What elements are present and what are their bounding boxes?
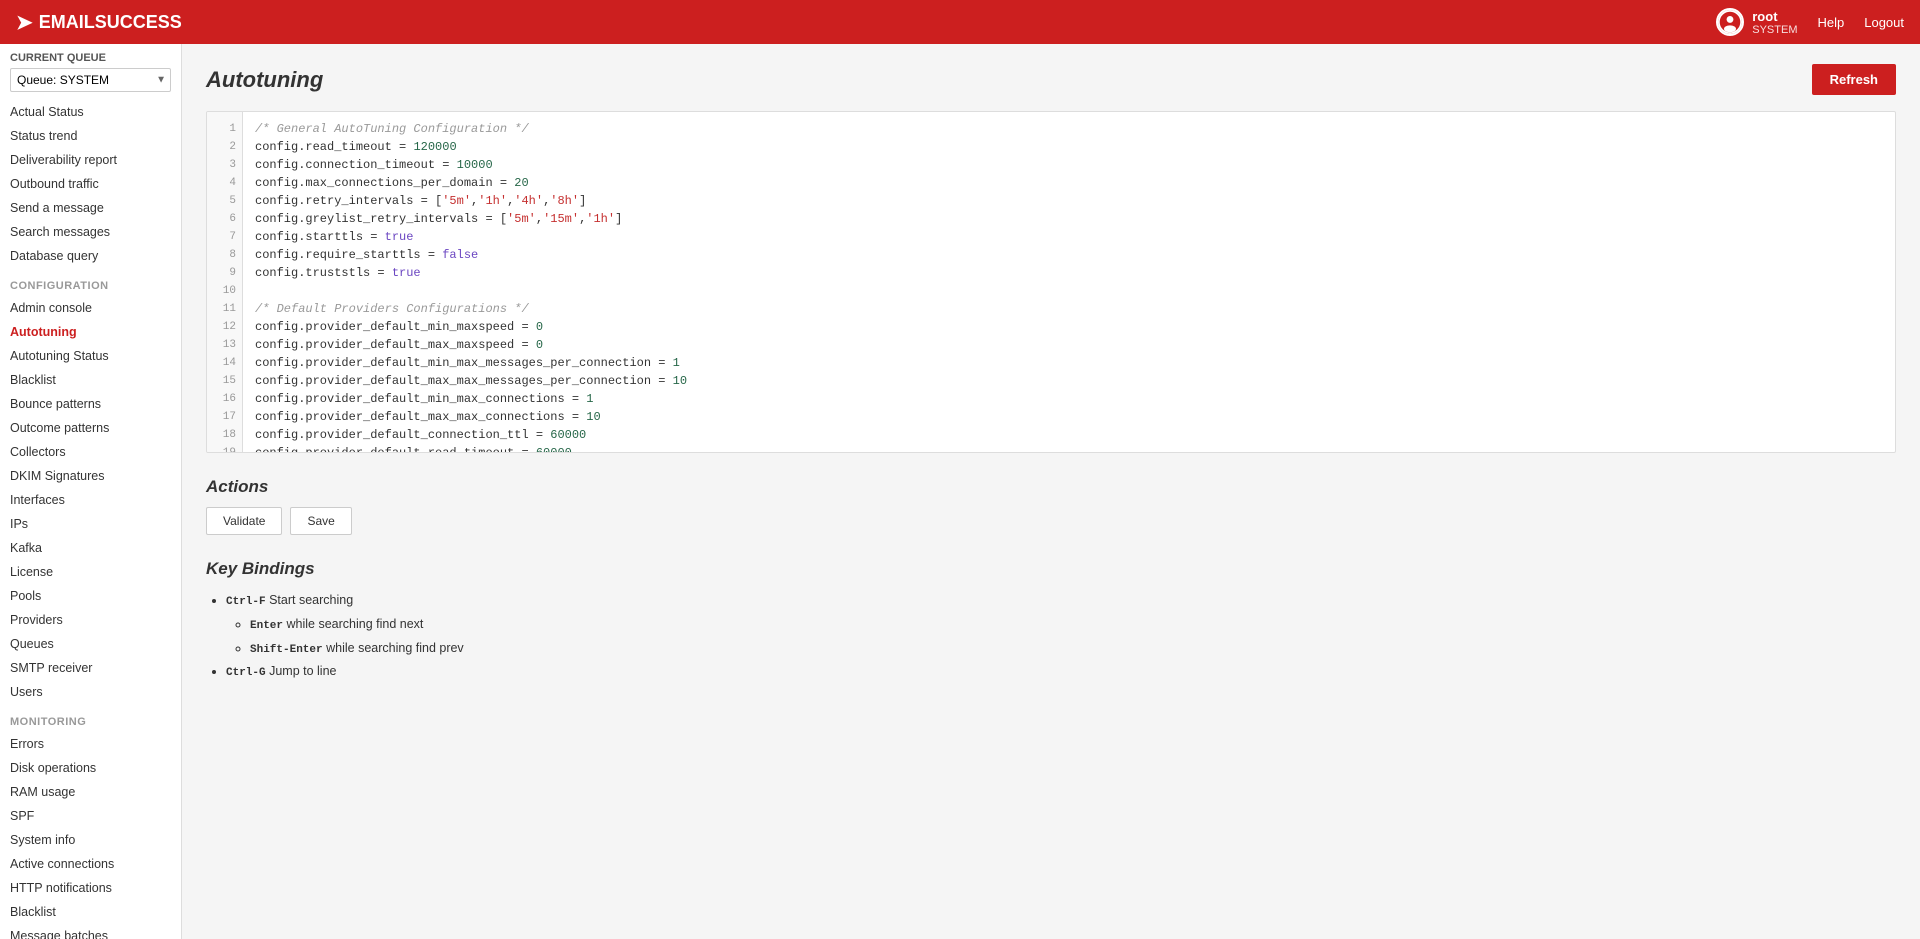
sidebar-item-ips[interactable]: IPs — [0, 512, 181, 536]
keybindings-title: Key Bindings — [206, 559, 1896, 579]
logout-link[interactable]: Logout — [1864, 15, 1904, 30]
keybinding-key-ctrlf: Ctrl-F — [226, 596, 266, 608]
sidebar-item-errors[interactable]: Errors — [0, 732, 181, 756]
code-editor-container: 12345 678910 1112131415 1617181920 21222… — [206, 111, 1896, 453]
user-name: root — [1752, 9, 1797, 24]
keybinding-label-enter: while searching find next — [287, 617, 424, 631]
sidebar-item-kafka[interactable]: Kafka — [0, 536, 181, 560]
sidebar-item-admin-console[interactable]: Admin console — [0, 296, 181, 320]
code-content[interactable]: /* General AutoTuning Configuration */co… — [243, 112, 1895, 452]
sidebar-item-outbound-traffic[interactable]: Outbound traffic — [0, 172, 181, 196]
keybinding-label-shift-enter: while searching find prev — [326, 641, 464, 655]
keybinding-sub-list: Enter while searching find next Shift-En… — [226, 613, 1896, 661]
user-info: root SYSTEM — [1716, 8, 1797, 36]
sidebar-item-license[interactable]: License — [0, 560, 181, 584]
keybinding-shift-enter: Shift-Enter while searching find prev — [250, 637, 1896, 661]
sidebar-item-actual-status[interactable]: Actual Status — [0, 100, 181, 124]
sidebar-item-deliverability-report[interactable]: Deliverability report — [0, 148, 181, 172]
sidebar-item-database-query[interactable]: Database query — [0, 244, 181, 268]
sidebar-item-queues[interactable]: Queues — [0, 632, 181, 656]
queue-select-wrap: Queue: SYSTEM ▼ — [10, 68, 171, 92]
sidebar-item-spf[interactable]: SPF — [0, 804, 181, 828]
queue-select[interactable]: Queue: SYSTEM — [10, 68, 171, 92]
line-numbers: 12345 678910 1112131415 1617181920 21222… — [207, 112, 243, 452]
page-header: Autotuning Refresh — [206, 64, 1896, 95]
keybinding-item-ctrlg: Ctrl-G Jump to line — [226, 660, 1896, 684]
action-buttons: Validate Save — [206, 507, 1896, 535]
keybinding-key-ctrlg: Ctrl-G — [226, 667, 266, 679]
code-editor[interactable]: 12345 678910 1112131415 1617181920 21222… — [207, 112, 1895, 452]
main-content: Autotuning Refresh 12345 678910 11121314… — [182, 44, 1920, 939]
logo-arrow: ➤ — [16, 10, 33, 35]
keybinding-enter: Enter while searching find next — [250, 613, 1896, 637]
keybinding-label-ctrlg: Jump to line — [269, 664, 336, 678]
sidebar-item-dkim-signatures[interactable]: DKIM Signatures — [0, 464, 181, 488]
keybinding-label-ctrlf: Start searching — [269, 593, 353, 607]
sidebar-item-bounce-patterns[interactable]: Bounce patterns — [0, 392, 181, 416]
top-navigation: ➤ EMAILSUCCESS root SYSTEM Help Logout — [0, 0, 1920, 44]
avatar — [1716, 8, 1744, 36]
sidebar-item-message-batches[interactable]: Message batches — [0, 924, 181, 939]
user-role: SYSTEM — [1752, 24, 1797, 36]
app-name: EMAILSUCCESS — [39, 12, 182, 33]
queue-selector: CURRENT QUEUE Queue: SYSTEM ▼ — [0, 44, 181, 100]
keybinding-key-shift-enter: Shift-Enter — [250, 644, 323, 656]
sidebar-section-configuration: CONFIGURATION Admin console Autotuning A… — [0, 268, 181, 704]
sidebar-item-users[interactable]: Users — [0, 680, 181, 704]
sidebar-item-ram-usage[interactable]: RAM usage — [0, 780, 181, 804]
help-link[interactable]: Help — [1817, 15, 1844, 30]
sidebar-item-search-messages[interactable]: Search messages — [0, 220, 181, 244]
sidebar: CURRENT QUEUE Queue: SYSTEM ▼ Actual Sta… — [0, 44, 182, 939]
top-nav-right: root SYSTEM Help Logout — [1716, 8, 1904, 36]
validate-button[interactable]: Validate — [206, 507, 282, 535]
main-layout: CURRENT QUEUE Queue: SYSTEM ▼ Actual Sta… — [0, 44, 1920, 939]
sidebar-item-providers[interactable]: Providers — [0, 608, 181, 632]
sidebar-item-system-info[interactable]: System info — [0, 828, 181, 852]
sidebar-item-pools[interactable]: Pools — [0, 584, 181, 608]
sidebar-item-interfaces[interactable]: Interfaces — [0, 488, 181, 512]
sidebar-item-disk-operations[interactable]: Disk operations — [0, 756, 181, 780]
refresh-button[interactable]: Refresh — [1812, 64, 1896, 95]
page-title: Autotuning — [206, 67, 323, 93]
sidebar-item-smtp-receiver[interactable]: SMTP receiver — [0, 656, 181, 680]
sidebar-item-status-trend[interactable]: Status trend — [0, 124, 181, 148]
sidebar-item-outcome-patterns[interactable]: Outcome patterns — [0, 416, 181, 440]
save-button[interactable]: Save — [290, 507, 351, 535]
sidebar-section-monitoring: MONITORING Errors Disk operations RAM us… — [0, 704, 181, 939]
sidebar-item-autotuning[interactable]: Autotuning — [0, 320, 181, 344]
keybinding-key-enter: Enter — [250, 620, 283, 632]
configuration-section-title: CONFIGURATION — [0, 268, 181, 296]
monitoring-section-title: MONITORING — [0, 704, 181, 732]
app-logo: ➤ EMAILSUCCESS — [16, 10, 182, 35]
actions-section: Actions Validate Save — [206, 477, 1896, 535]
sidebar-item-blacklist-config[interactable]: Blacklist — [0, 368, 181, 392]
sidebar-item-send-message[interactable]: Send a message — [0, 196, 181, 220]
sidebar-section-1: Actual Status Status trend Deliverabilit… — [0, 100, 181, 268]
user-name-role: root SYSTEM — [1752, 9, 1797, 36]
sidebar-item-autotuning-status[interactable]: Autotuning Status — [0, 344, 181, 368]
sidebar-item-collectors[interactable]: Collectors — [0, 440, 181, 464]
current-queue-label: CURRENT QUEUE — [10, 52, 171, 64]
keybindings-section: Key Bindings Ctrl-F Start searching Ente… — [206, 559, 1896, 684]
keybinding-item-ctrlf: Ctrl-F Start searching Enter while searc… — [226, 589, 1896, 660]
sidebar-item-blacklist-monitor[interactable]: Blacklist — [0, 900, 181, 924]
actions-title: Actions — [206, 477, 1896, 497]
sidebar-item-active-connections[interactable]: Active connections — [0, 852, 181, 876]
sidebar-item-http-notifications[interactable]: HTTP notifications — [0, 876, 181, 900]
keybindings-list: Ctrl-F Start searching Enter while searc… — [206, 589, 1896, 684]
